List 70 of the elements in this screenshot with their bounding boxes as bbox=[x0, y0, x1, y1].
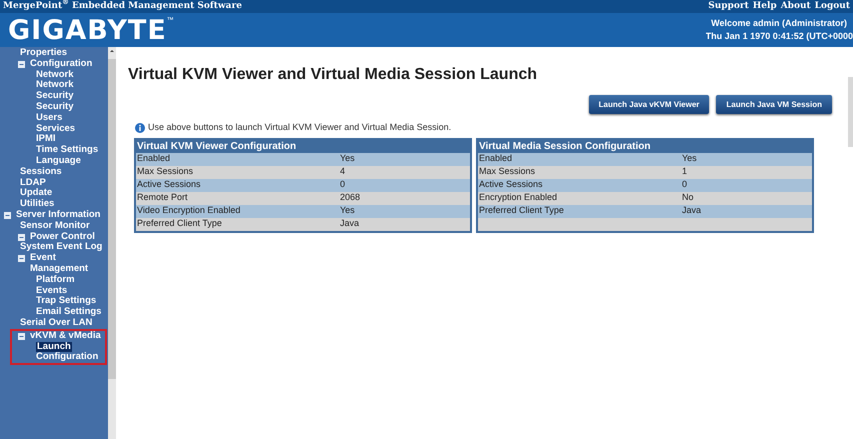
nav-item[interactable]: Power Control bbox=[30, 232, 95, 242]
nav-item[interactable]: Sensor Monitor bbox=[20, 220, 90, 232]
nav-item[interactable]: Properties bbox=[20, 48, 67, 59]
table-cell-text: Yes bbox=[340, 152, 355, 166]
scrollbar[interactable] bbox=[848, 77, 853, 147]
nav-item[interactable]: Security bbox=[36, 102, 74, 113]
nav-item[interactable]: Serial Over LAN bbox=[20, 318, 92, 329]
nav-item[interactable]: IPMI bbox=[36, 134, 56, 146]
table-title: Virtual KVM Viewer Configuration bbox=[136, 140, 298, 152]
table-title: Virtual Media Session Configuration bbox=[478, 140, 652, 152]
nav-item[interactable]: Network Security bbox=[36, 80, 105, 102]
header-link[interactable]: About bbox=[780, 0, 811, 14]
table-cell-text: Active Sessions bbox=[136, 178, 202, 192]
info-icon bbox=[135, 122, 145, 133]
table-cell-text: Max Sessions bbox=[478, 165, 536, 178]
launch-button[interactable]: Launch Java VM Session bbox=[716, 95, 832, 114]
table-cell-text: Enabled bbox=[136, 152, 172, 166]
nav-item[interactable]: Email Settings bbox=[36, 307, 102, 318]
collapse-icon[interactable] bbox=[4, 212, 11, 219]
nav-item[interactable]: Launch bbox=[36, 342, 72, 352]
collapse-icon[interactable] bbox=[18, 60, 25, 68]
nav-item[interactable]: vKVM & vMedia bbox=[30, 330, 101, 342]
table-cell-text: No bbox=[682, 191, 694, 204]
collapse-icon[interactable] bbox=[18, 332, 25, 340]
collapse-icon[interactable] bbox=[18, 234, 25, 241]
table-cell-text: Yes bbox=[340, 204, 355, 218]
date-time: Thu Jan 1 1970 0:41:52 (UTC+0000 bbox=[706, 30, 853, 43]
table-cell-text: 2068 bbox=[340, 191, 360, 204]
nav-item[interactable]: Update bbox=[20, 188, 52, 200]
page-title: Virtual KVM Viewer and Virtual Media Session Launch bbox=[128, 65, 538, 85]
nav-item[interactable]: Configuration bbox=[30, 58, 92, 70]
nav-item[interactable]: LDAP bbox=[20, 178, 46, 188]
header-link[interactable]: Logout bbox=[814, 0, 850, 14]
table-cell-text: Encryption Enabled bbox=[478, 191, 558, 204]
nav-item[interactable]: Configuration bbox=[36, 352, 98, 364]
nav-item[interactable]: Network bbox=[36, 70, 74, 80]
collapse-icon[interactable] bbox=[18, 255, 25, 262]
table-cell-text: Java bbox=[340, 217, 360, 230]
table-cell-text: Preferred Client Type bbox=[136, 217, 223, 230]
nav-item[interactable]: Services bbox=[36, 124, 76, 134]
nav-item[interactable]: Users bbox=[36, 112, 62, 124]
table-cell-text: Max Sessions bbox=[136, 165, 194, 178]
table-cell-text: Remote Port bbox=[136, 191, 189, 204]
scrollbar[interactable] bbox=[108, 47, 116, 439]
table-cell-text: Video Encryption Enabled bbox=[136, 204, 242, 218]
table-cell-text: Enabled bbox=[478, 152, 514, 166]
launch-button[interactable]: Launch Java vKVM Viewer bbox=[588, 95, 710, 114]
table-cell-text: 1 bbox=[682, 165, 688, 178]
logo: GIGABYTE bbox=[8, 16, 167, 44]
table-cell-text: Yes bbox=[682, 152, 697, 166]
nav-item[interactable]: Event Management bbox=[30, 253, 105, 275]
nav-item[interactable]: Time Settings bbox=[36, 145, 98, 156]
table-cell-text: Preferred Client Type bbox=[478, 204, 565, 218]
nav-item[interactable]: Trap Settings bbox=[36, 296, 96, 308]
nav-item[interactable]: Utilities bbox=[20, 199, 54, 210]
table-cell-text: Active Sessions bbox=[478, 178, 544, 192]
table-cell-text: 4 bbox=[340, 165, 346, 178]
table-cell-text: 0 bbox=[682, 178, 688, 192]
nav-item[interactable]: Sessions bbox=[20, 166, 62, 178]
welcome-text: Welcome admin (Administrator) bbox=[711, 17, 848, 30]
nav-item[interactable]: System Event Log bbox=[20, 242, 102, 254]
table-cell-text: 0 bbox=[340, 178, 346, 192]
scroll-thumb[interactable] bbox=[108, 59, 116, 379]
info-text: Use above buttons to launch Virtual KVM Viewer and Virtual Media Session. bbox=[148, 121, 452, 134]
header-link[interactable]: Help bbox=[752, 0, 777, 14]
nav-item[interactable]: Platform Events bbox=[36, 274, 105, 296]
header-link[interactable]: Support bbox=[708, 0, 749, 14]
nav-item[interactable]: Server Information bbox=[16, 210, 100, 221]
table-cell-text: Java bbox=[682, 204, 702, 218]
nav-item[interactable]: Language bbox=[36, 156, 81, 167]
